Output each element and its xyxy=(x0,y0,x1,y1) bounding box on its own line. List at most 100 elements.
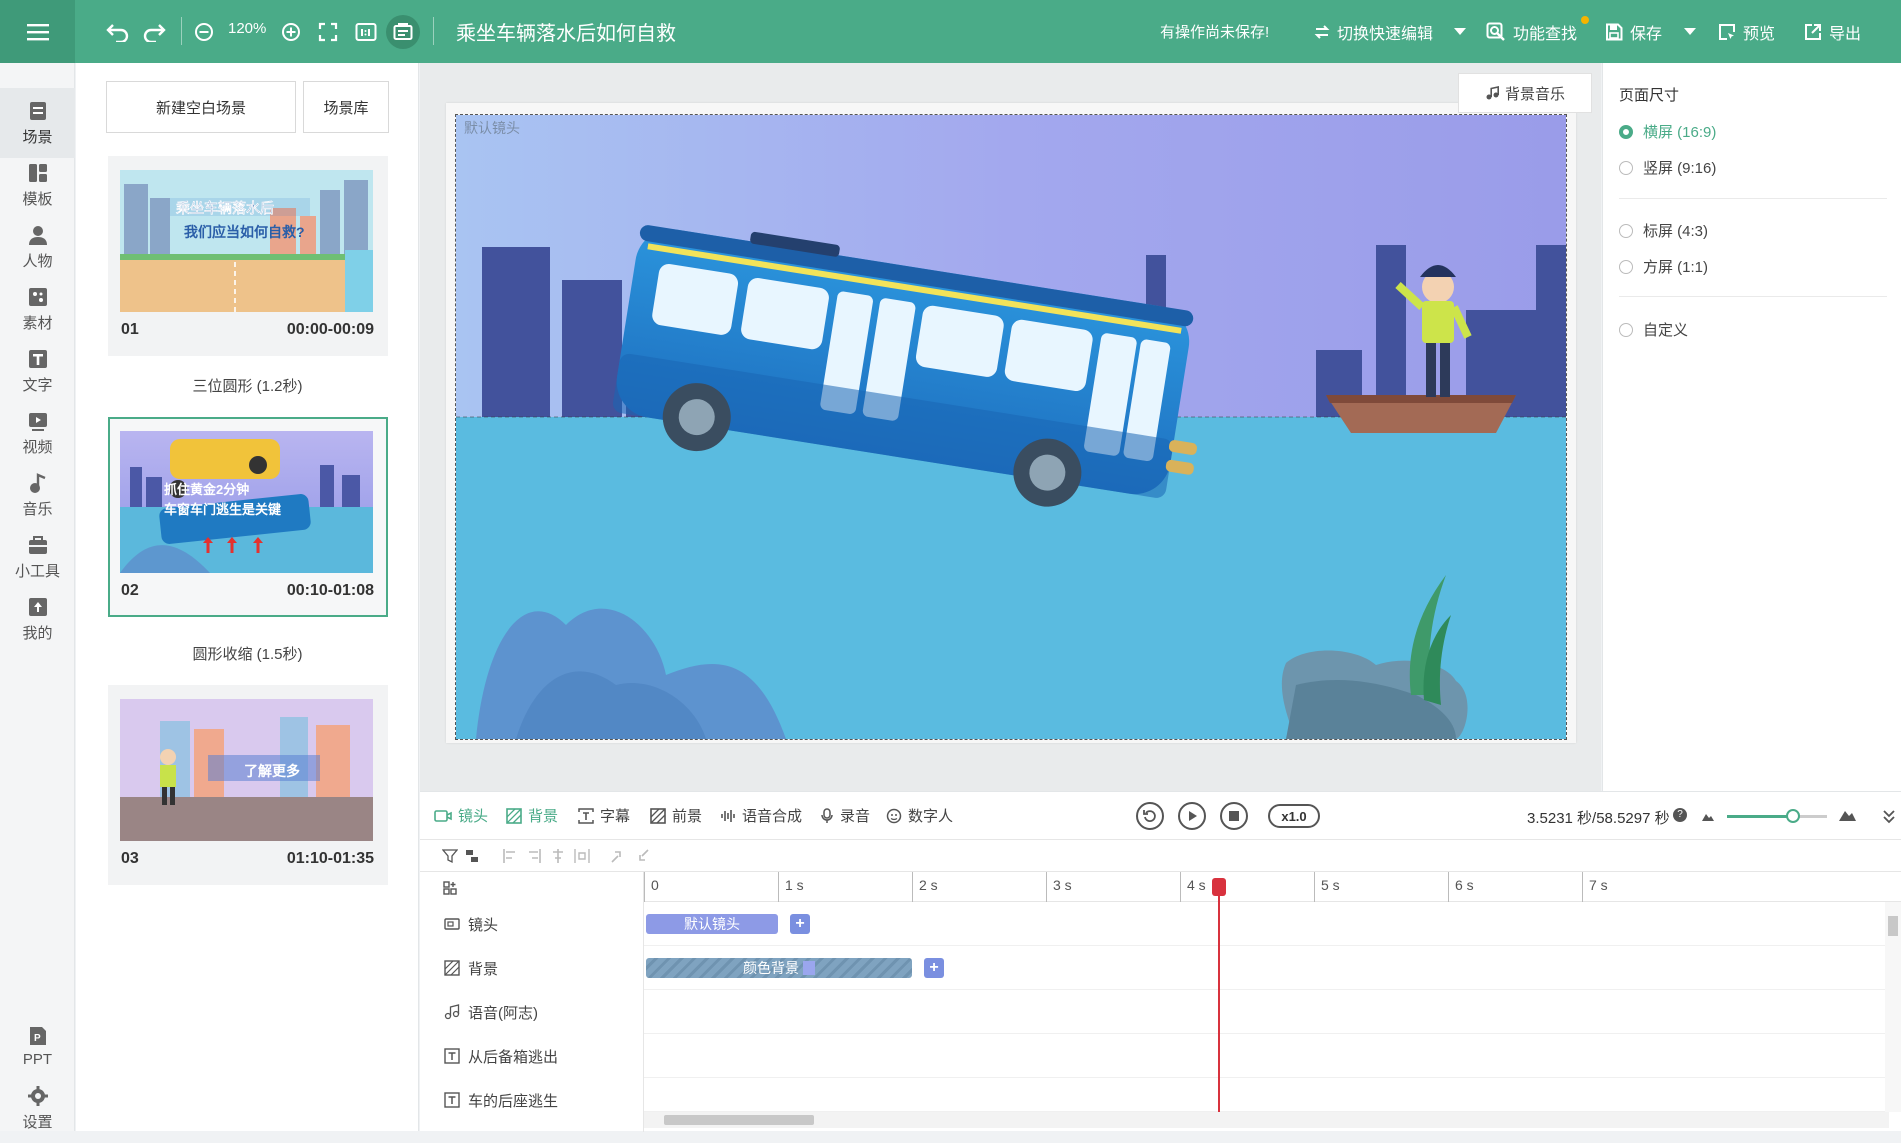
track-row-background[interactable]: 背景 xyxy=(420,946,644,990)
lane-text-1 xyxy=(644,1034,1901,1078)
align-left-icon[interactable] xyxy=(502,848,518,864)
nav-scene[interactable]: 场景 xyxy=(0,88,75,158)
scene-card-03[interactable]: 了解更多 03 01:10-01:35 xyxy=(108,685,388,885)
ruler-tick: 7 s xyxy=(1582,872,1608,902)
background-music-button[interactable]: 背景音乐 xyxy=(1458,73,1592,113)
align-right-icon[interactable] xyxy=(526,848,542,864)
nav-label: 文字 xyxy=(22,376,53,394)
document-title[interactable]: 乘坐车辆落水后如何自救 xyxy=(456,17,676,46)
tab-recording[interactable]: 录音 xyxy=(820,805,870,826)
nav-template[interactable]: 模板 xyxy=(0,150,75,220)
scroll-thumb[interactable] xyxy=(664,1115,814,1125)
microphone-icon xyxy=(821,807,833,823)
canvas-area: 默认镜头 背景音乐 xyxy=(420,63,1601,791)
track-settings-icon[interactable] xyxy=(442,880,458,896)
nav-person[interactable]: 人物 xyxy=(0,212,75,282)
scene-card-02[interactable]: 抓住黄金2分钟 车窗车门逃生是关键 02 00:10-01:08 xyxy=(108,417,388,617)
export-icon xyxy=(1805,24,1821,40)
menu-button[interactable] xyxy=(0,0,75,63)
playhead[interactable] xyxy=(1218,884,1220,1124)
zoom-out-button[interactable] xyxy=(193,17,215,47)
preview-button[interactable]: 预览 xyxy=(1718,15,1775,49)
tab-foreground[interactable]: 前景 xyxy=(650,805,702,826)
stack-down-icon[interactable] xyxy=(634,848,650,864)
track-row-text-2[interactable]: 车的后座逃生 xyxy=(420,1078,644,1122)
nav-label: PPT xyxy=(22,1050,53,1068)
radio-standard[interactable]: 标屏 (4:3) xyxy=(1619,220,1708,241)
material-icon xyxy=(28,287,47,306)
transition-label[interactable]: 圆形收缩 (1.5秒) xyxy=(76,643,419,664)
tab-subtitle[interactable]: 字幕 xyxy=(578,805,630,826)
vertical-scrollbar[interactable] xyxy=(1885,902,1901,1112)
subtitle-toggle-button[interactable] xyxy=(386,15,420,49)
playback-speed-button[interactable]: x1.0 xyxy=(1268,804,1320,828)
scene-panel: 新建空白场景 场景库 乘坐车辆落水后 我们应当如何自救? 01 00:00-00… xyxy=(76,63,419,1131)
tab-camera[interactable]: 镜头 xyxy=(434,805,488,826)
slider-knob[interactable] xyxy=(1786,809,1800,823)
track-row-camera[interactable]: 镜头 xyxy=(420,902,644,946)
collapse-timeline-button[interactable] xyxy=(1877,802,1901,830)
new-blank-scene-button[interactable]: 新建空白场景 xyxy=(106,81,296,133)
zoom-in-timeline-icon[interactable] xyxy=(1838,806,1856,822)
toolbox-icon xyxy=(28,535,47,554)
nav-text[interactable]: 文字 xyxy=(0,336,75,406)
transition-label[interactable]: 三位圆形 (1.2秒) xyxy=(76,375,419,396)
stack-up-icon[interactable] xyxy=(610,848,626,864)
fit-screen-button[interactable] xyxy=(316,17,340,47)
clip-color-background[interactable]: 颜色背景 xyxy=(646,958,912,978)
tab-background[interactable]: 背景 xyxy=(506,805,558,826)
radio-square[interactable]: 方屏 (1:1) xyxy=(1619,256,1708,277)
tab-digital-human[interactable]: 数字人 xyxy=(886,805,953,826)
save-button[interactable]: 保存 xyxy=(1605,15,1662,49)
nav-ppt[interactable]: P PPT xyxy=(0,1011,75,1081)
align-center-icon[interactable] xyxy=(550,848,566,864)
distribute-icon[interactable] xyxy=(574,848,590,864)
nav-video[interactable]: 视频 xyxy=(0,398,75,468)
tab-tts[interactable]: 语音合成 xyxy=(720,805,802,826)
nav-settings[interactable]: 设置 xyxy=(0,1073,75,1143)
actual-size-button[interactable] xyxy=(354,17,378,47)
timeline-zoom-slider[interactable] xyxy=(1727,809,1827,823)
ruler-tick: 4 s xyxy=(1180,872,1206,902)
quick-edit-button[interactable]: 切换快速编辑 xyxy=(1314,15,1433,49)
scene-card-01[interactable]: 乘坐车辆落水后 我们应当如何自救? 01 00:00-00:09 xyxy=(108,156,388,356)
nav-mine[interactable]: 我的 xyxy=(0,584,75,654)
lane-background: 颜色背景 + xyxy=(644,946,1901,990)
stage-canvas[interactable] xyxy=(455,114,1567,740)
filter-icon[interactable] xyxy=(442,848,458,864)
group-icon[interactable] xyxy=(464,848,480,864)
play-button[interactable] xyxy=(1178,802,1206,830)
replay-button[interactable] xyxy=(1136,802,1164,830)
zoom-out-timeline-icon[interactable] xyxy=(1701,810,1715,822)
radio-landscape[interactable]: 横屏 (16:9) xyxy=(1619,121,1716,142)
export-button[interactable]: 导出 xyxy=(1804,15,1861,49)
nav-music[interactable]: 音乐 xyxy=(0,460,75,530)
help-icon[interactable]: ? xyxy=(1673,808,1687,822)
redo-button[interactable] xyxy=(140,17,168,47)
clip-default-camera[interactable]: 默认镜头 xyxy=(646,914,778,934)
save-dropdown[interactable] xyxy=(1680,17,1700,47)
track-row-text-1[interactable]: 从后备箱逃出 xyxy=(420,1034,644,1078)
horizontal-scrollbar[interactable] xyxy=(644,1112,1889,1128)
thumbnail-subtitle: 我们应当如何自救? xyxy=(184,224,305,240)
add-camera-clip-button[interactable]: + xyxy=(790,914,810,934)
stop-button[interactable] xyxy=(1220,802,1248,830)
time-ruler[interactable]: 0 1 s 2 s 3 s 4 s 5 s 6 s 7 s xyxy=(644,872,1901,902)
feature-search-button[interactable]: 功能查找 xyxy=(1486,15,1577,49)
radio-portrait[interactable]: 竖屏 (9:16) xyxy=(1619,157,1716,178)
nav-label: 模板 xyxy=(22,190,53,208)
add-background-clip-button[interactable]: + xyxy=(924,958,944,978)
radio-label: 标屏 (4:3) xyxy=(1643,223,1709,240)
quick-edit-dropdown[interactable] xyxy=(1450,17,1470,47)
nav-toolbox[interactable]: 小工具 xyxy=(0,522,75,592)
svg-text:P: P xyxy=(34,1033,41,1044)
track-label: 语音(阿志) xyxy=(468,1004,538,1022)
nav-material[interactable]: 素材 xyxy=(0,274,75,344)
undo-button[interactable] xyxy=(104,17,132,47)
ruler-tick: 3 s xyxy=(1046,872,1072,902)
track-row-voice[interactable]: 语音(阿志) xyxy=(420,990,644,1034)
radio-custom[interactable]: 自定义 xyxy=(1619,319,1688,340)
scene-library-button[interactable]: 场景库 xyxy=(303,81,389,133)
zoom-in-button[interactable] xyxy=(280,17,302,47)
scroll-thumb[interactable] xyxy=(1888,916,1898,936)
